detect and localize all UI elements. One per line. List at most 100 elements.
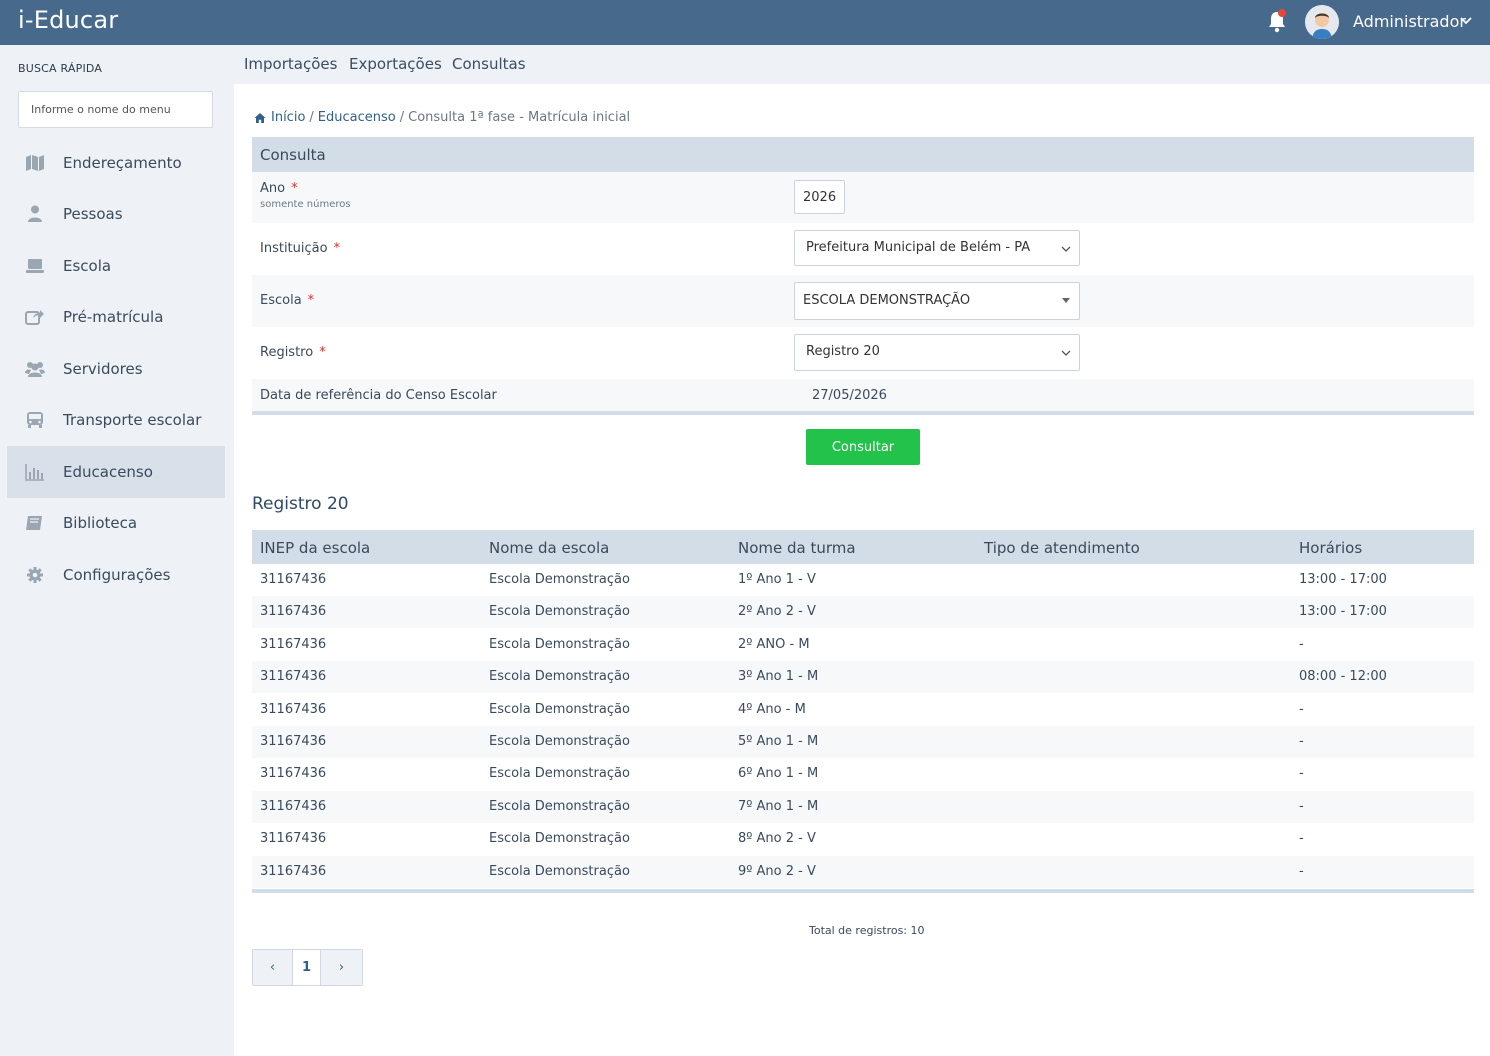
table-cell: 31167436 — [260, 831, 327, 847]
subnav-exportacoes[interactable]: Exportações — [349, 55, 442, 73]
laptop-icon — [26, 259, 44, 273]
escola-select[interactable]: ESCOLA DEMONSTRAÇÃO — [794, 282, 1080, 320]
table-cell: 31167436 — [260, 766, 327, 782]
table-cell: Escola Demonstração — [489, 734, 630, 749]
registro-value: Registro 20 — [806, 344, 880, 359]
total-records: Total de registros: 10 — [809, 924, 925, 937]
table-cell: - — [1299, 734, 1304, 749]
table-cell: 31167436 — [260, 572, 327, 587]
pagination-prev-button[interactable]: ‹ — [253, 950, 293, 985]
share-icon — [25, 310, 44, 325]
table-cell: 31167436 — [260, 669, 327, 685]
table-cell: 31167436 — [260, 798, 327, 814]
table-row: 31167436 Escola Demonstração 1º Ano 1 - V 1… — [252, 564, 1474, 596]
table-cell: Escola Demonstração — [489, 863, 630, 879]
table-cell: - — [1299, 701, 1304, 717]
chevron-down-icon[interactable] — [1459, 14, 1473, 28]
top-bar: i-Educar Administrador — [0, 0, 1490, 45]
ano-hint: somente números — [260, 199, 351, 210]
table-row: 31167436 Escola Demonstração 3º Ano 1 - M 0… — [252, 661, 1474, 694]
avatar[interactable] — [1305, 5, 1339, 39]
registro-select[interactable]: Registro 20 — [794, 334, 1080, 371]
breadcrumb: Início / Educacenso / Consulta 1ª fase -… — [254, 110, 630, 125]
table-cell: 31167436 — [260, 734, 327, 749]
form-row-instituicao: Instituição * Prefeitura Municipal de Bel… — [252, 223, 1474, 275]
user-name[interactable]: Administrador — [1353, 12, 1466, 31]
registro-label: Registro * — [260, 345, 326, 360]
required-mark: * — [291, 181, 298, 196]
sidebar-item-label: Pessoas — [63, 205, 123, 223]
table-cell: - — [1299, 831, 1304, 847]
table-row: 31167436 Escola Demonstração 4º Ano - M - — [252, 694, 1474, 726]
sidebar-item-pre-matricula[interactable]: Pré-matrícula — [7, 291, 225, 343]
breadcrumb-current: Consulta 1ª fase - Matrícula inicial — [408, 110, 631, 125]
required-mark: * — [333, 241, 341, 256]
group-icon — [25, 362, 45, 377]
instituicao-select[interactable]: Prefeitura Municipal de Belém - PA — [794, 230, 1080, 266]
column-header: INEP da escola — [260, 539, 371, 557]
table-cell: 4º Ano - M — [738, 701, 806, 717]
sidebar-item-servidores[interactable]: Servidores — [7, 343, 225, 395]
table-cell: Escola Demonstração — [489, 766, 630, 782]
sidebar-item-configuracoes[interactable]: Configurações — [7, 549, 225, 601]
required-mark: * — [307, 293, 315, 308]
escola-label-text: Escola — [260, 293, 302, 308]
sidebar-item-label: Pré-matrícula — [63, 308, 164, 326]
person-icon — [28, 205, 42, 222]
home-icon[interactable] — [254, 112, 266, 124]
column-header: Nome da turma — [738, 539, 856, 557]
table-cell: Escola Demonstração — [489, 831, 630, 847]
table-cell: - — [1299, 863, 1304, 879]
sidebar-item-label: Endereçamento — [63, 154, 182, 172]
sidebar-item-label: Transporte escolar — [63, 411, 202, 429]
subnav-importacoes[interactable]: Importações — [244, 55, 337, 73]
quick-search-label: BUSCA RÁPIDA — [18, 62, 103, 75]
app-title[interactable]: i-Educar — [18, 6, 118, 34]
pagination: ‹ 1 › — [252, 949, 363, 986]
notification-dot — [1278, 9, 1286, 17]
consultar-button[interactable]: Consultar — [806, 429, 920, 465]
chevron-down-icon — [1061, 350, 1071, 356]
table-row: 31167436 Escola Demonstração 2º Ano 2 - V 1… — [252, 596, 1474, 629]
table-cell: 7º Ano 1 - M — [738, 798, 819, 814]
ano-value: 2026 — [803, 190, 837, 205]
table-cell: - — [1299, 798, 1304, 814]
table-cell: 1º Ano 1 - V — [738, 572, 816, 587]
table-row: 31167436 Escola Demonstração 8º Ano 2 - V - — [252, 823, 1474, 855]
ano-label-text: Ano — [260, 181, 286, 196]
subnav-consultas[interactable]: Consultas — [452, 55, 526, 73]
required-mark: * — [319, 345, 326, 360]
table-row: 31167436 Escola Demonstração 5º Ano 1 - M - — [252, 726, 1474, 758]
table-row: 31167436 Escola Demonstração 9º Ano 2 - V - — [252, 855, 1474, 888]
sidebar-item-pessoas[interactable]: Pessoas — [7, 188, 225, 240]
data-referencia-label: Data de referência do Censo Escolar — [260, 388, 497, 403]
chevron-down-icon — [1061, 246, 1071, 252]
table-cell: Escola Demonstração — [489, 604, 630, 620]
breadcrumb-educacenso-link[interactable]: Educacenso — [318, 110, 396, 125]
sidebar-item-escola[interactable]: Escola — [7, 240, 225, 292]
quick-search-input[interactable] — [18, 91, 213, 128]
form-divider — [252, 411, 1474, 415]
breadcrumb-home-link[interactable]: Início — [271, 110, 305, 125]
form-row-ano: Ano * somente números 2026 — [252, 172, 1474, 223]
table-cell: Escola Demonstração — [489, 701, 630, 717]
pagination-page-1[interactable]: 1 — [293, 950, 321, 985]
form-row-data-referencia: Data de referência do Censo Escolar 27/0… — [252, 379, 1474, 411]
form-row-registro: Registro * Registro 20 — [252, 327, 1474, 379]
ano-input[interactable]: 2026 — [794, 180, 845, 214]
sidebar-item-educacenso[interactable]: Educacenso — [7, 446, 225, 498]
table-cell: Escola Demonstração — [489, 636, 630, 652]
sidebar-item-enderecamento[interactable]: Endereçamento — [7, 137, 225, 189]
table-cell: Escola Demonstração — [489, 669, 630, 685]
sidebar-item-biblioteca[interactable]: Biblioteca — [7, 497, 225, 549]
table-cell: 08:00 - 12:00 — [1299, 669, 1387, 685]
sidebar-item-transporte-escolar[interactable]: Transporte escolar — [7, 394, 225, 446]
map-icon — [26, 155, 44, 171]
breadcrumb-separator: / — [399, 110, 405, 125]
results-title: Registro 20 — [252, 494, 349, 514]
registro-label-text: Registro — [260, 345, 314, 360]
pagination-next-button[interactable]: › — [321, 950, 362, 985]
column-header: Nome da escola — [489, 539, 610, 557]
sub-navigation: Importações Exportações Consultas — [234, 45, 1490, 84]
bar-chart-icon — [25, 464, 44, 481]
